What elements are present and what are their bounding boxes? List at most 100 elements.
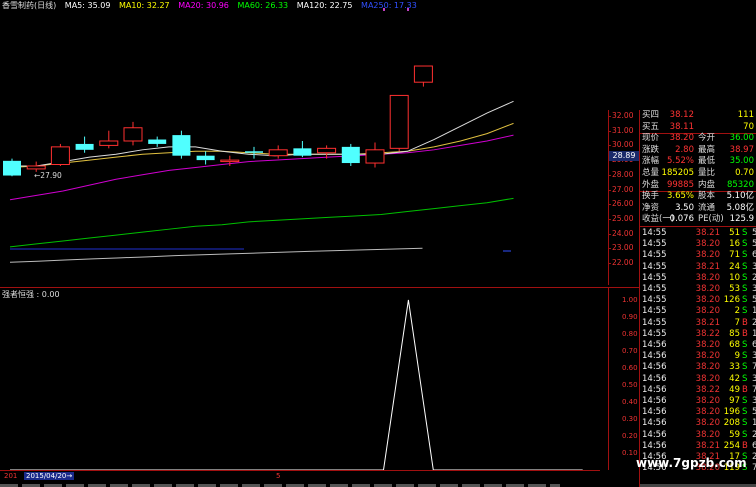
tick-count: 1 bbox=[752, 306, 756, 317]
tick-side: S bbox=[742, 239, 748, 250]
tick-row[interactable]: 14:56 38.20208S 13 bbox=[640, 418, 756, 429]
indicator-axis-tick: 0.60 bbox=[622, 364, 638, 372]
tick-row[interactable]: 14:55 38.21 51 S 5 bbox=[640, 228, 756, 239]
candle-body[interactable] bbox=[317, 147, 337, 154]
tick-row[interactable]: 14:56 38.20 68 S 6 bbox=[640, 340, 756, 351]
tick-volume: 7 bbox=[734, 317, 740, 328]
price-axis-line bbox=[608, 110, 609, 285]
tick-row[interactable]: 14:56 38.20 9 S 3 bbox=[640, 351, 756, 362]
tick-price: 38.21 bbox=[695, 261, 720, 272]
footer-mid-number: 5 bbox=[276, 472, 281, 480]
tick-row[interactable]: 14:56 38.22 49 B 7 bbox=[640, 385, 756, 396]
tick-row[interactable]: 14:55 38.21 7 B 2 bbox=[640, 318, 756, 329]
price-axis-tick: 24.00 bbox=[612, 228, 634, 238]
tick-row[interactable]: 14:56 38.20 33 S 7 bbox=[640, 362, 756, 373]
candle-body[interactable] bbox=[413, 65, 433, 83]
tick-row[interactable]: 14:55 38.21 24 S 3 bbox=[640, 262, 756, 273]
quote-label-2: 内盘 bbox=[698, 179, 716, 190]
tick-volume: 2 bbox=[734, 306, 740, 317]
tick-row[interactable]: 14:55 38.20 71 S 6 bbox=[640, 250, 756, 261]
candle-body[interactable] bbox=[220, 159, 240, 163]
candle-body[interactable] bbox=[196, 155, 215, 161]
tick-row[interactable]: 14:55 38.20 2 S 1 bbox=[640, 306, 756, 317]
tick-count: 10 bbox=[752, 328, 756, 339]
candle-body[interactable] bbox=[123, 127, 143, 142]
tick-time: 14:55 bbox=[642, 317, 667, 328]
price-axis-tick: 23.00 bbox=[612, 243, 634, 253]
low-price-value: 27.90 bbox=[40, 171, 62, 180]
candle-body[interactable] bbox=[26, 165, 46, 170]
quote-value-2: 38.97 bbox=[729, 144, 754, 155]
candle-body[interactable] bbox=[148, 139, 167, 144]
tick-time: 14:55 bbox=[642, 228, 667, 238]
tick-side: B bbox=[742, 328, 748, 339]
tick-count: 2 bbox=[752, 452, 756, 462]
tick-row[interactable]: 14:55 38.20 10 S 2 bbox=[640, 273, 756, 284]
tick-time: 14:55 bbox=[642, 306, 667, 317]
tick-price: 38.20 bbox=[695, 284, 720, 294]
price-chart-area[interactable] bbox=[0, 0, 640, 487]
candle-body[interactable] bbox=[365, 149, 385, 164]
indicator-axis-tick: 0.40 bbox=[622, 398, 638, 406]
bottom-tabs[interactable] bbox=[0, 481, 600, 487]
tick-row[interactable]: 14:55 38.20 126 S 5 bbox=[640, 295, 756, 306]
tick-side: S bbox=[742, 272, 748, 283]
current-price-tag: 28.89 bbox=[609, 151, 639, 161]
tick-row[interactable]: 14:55 38.20 53 S 3 bbox=[640, 284, 756, 295]
tick-volume: 126 bbox=[723, 295, 740, 306]
price-axis-tick: 25.00 bbox=[612, 213, 634, 223]
tick-time: 14:56 bbox=[642, 340, 667, 350]
tick-volume: 196 bbox=[723, 407, 740, 418]
candle-body[interactable] bbox=[172, 135, 191, 156]
tick-time: 14:56 bbox=[642, 418, 667, 429]
footer-date[interactable]: 2015/04/20→ bbox=[24, 472, 75, 480]
tick-price: 38.20 bbox=[695, 396, 720, 406]
price-tick-mark bbox=[608, 233, 611, 235]
quote-label: 涨幅 bbox=[642, 156, 660, 167]
candle-body[interactable] bbox=[3, 160, 21, 176]
tick-row[interactable]: 14:56 38.21 254 B 6 bbox=[640, 441, 756, 452]
candle-body[interactable] bbox=[389, 94, 409, 149]
quote-value-2: 125.9 bbox=[729, 214, 754, 225]
candle-body[interactable] bbox=[293, 148, 312, 156]
tick-side: S bbox=[742, 250, 748, 261]
candle-body[interactable] bbox=[245, 151, 263, 153]
candle-body[interactable] bbox=[50, 146, 70, 166]
tick-time: 14:55 bbox=[642, 261, 667, 272]
tick-row[interactable]: 14:55 38.22 85B 10 bbox=[640, 329, 756, 340]
price-tick-mark bbox=[608, 189, 611, 191]
quote-value: 0.076 bbox=[669, 214, 694, 225]
tick-row[interactable]: 14:56 38.20 97 S 3 bbox=[640, 396, 756, 407]
tick-row[interactable]: 14:56 38.20 59 S 2 bbox=[640, 430, 756, 441]
quote-value-2: 5.10亿 bbox=[726, 191, 754, 202]
tick-side: S bbox=[742, 306, 748, 317]
tick-time: 14:55 bbox=[642, 295, 667, 306]
indicator-axis-tick: 0.80 bbox=[622, 330, 638, 338]
tick-side: S bbox=[742, 228, 748, 238]
price-axis-tick: 27.00 bbox=[612, 184, 634, 194]
tick-volume: 208 bbox=[723, 418, 740, 429]
quote-value-2: 111 bbox=[737, 110, 754, 120]
tick-price: 38.22 bbox=[695, 384, 720, 395]
quote-value-2: 85320 bbox=[726, 179, 754, 190]
quote-value: 38.20 bbox=[669, 133, 694, 144]
tick-side: S bbox=[742, 418, 748, 429]
price-tick-mark bbox=[608, 248, 611, 250]
candle-body[interactable] bbox=[99, 140, 119, 146]
candle-body[interactable] bbox=[268, 149, 288, 157]
quote-label: 净资 bbox=[642, 202, 660, 213]
quote-value-2: 35.00 bbox=[729, 156, 754, 167]
candle-body[interactable] bbox=[341, 146, 360, 164]
indicator-line bbox=[10, 299, 583, 471]
tick-row[interactable]: 14:55 38.20 16 S 5 bbox=[640, 239, 756, 250]
candle-body[interactable] bbox=[75, 143, 94, 150]
quote-label: 外盘 bbox=[642, 179, 660, 190]
tick-count: 3 bbox=[752, 373, 756, 384]
tick-volume: 24 bbox=[729, 261, 740, 272]
quote-divider bbox=[640, 226, 756, 227]
stock-chart-window: 香雪制药(日线) MA5: 35.09 MA10: 32.27 MA20: 30… bbox=[0, 0, 756, 487]
tick-row[interactable]: 14:56 38.20 196 S 5 bbox=[640, 407, 756, 418]
tick-row[interactable]: 14:56 38.20 42 S 3 bbox=[640, 374, 756, 385]
quote-label-2: 最低 bbox=[698, 156, 716, 167]
price-axis-tick: 22.00 bbox=[612, 258, 634, 267]
